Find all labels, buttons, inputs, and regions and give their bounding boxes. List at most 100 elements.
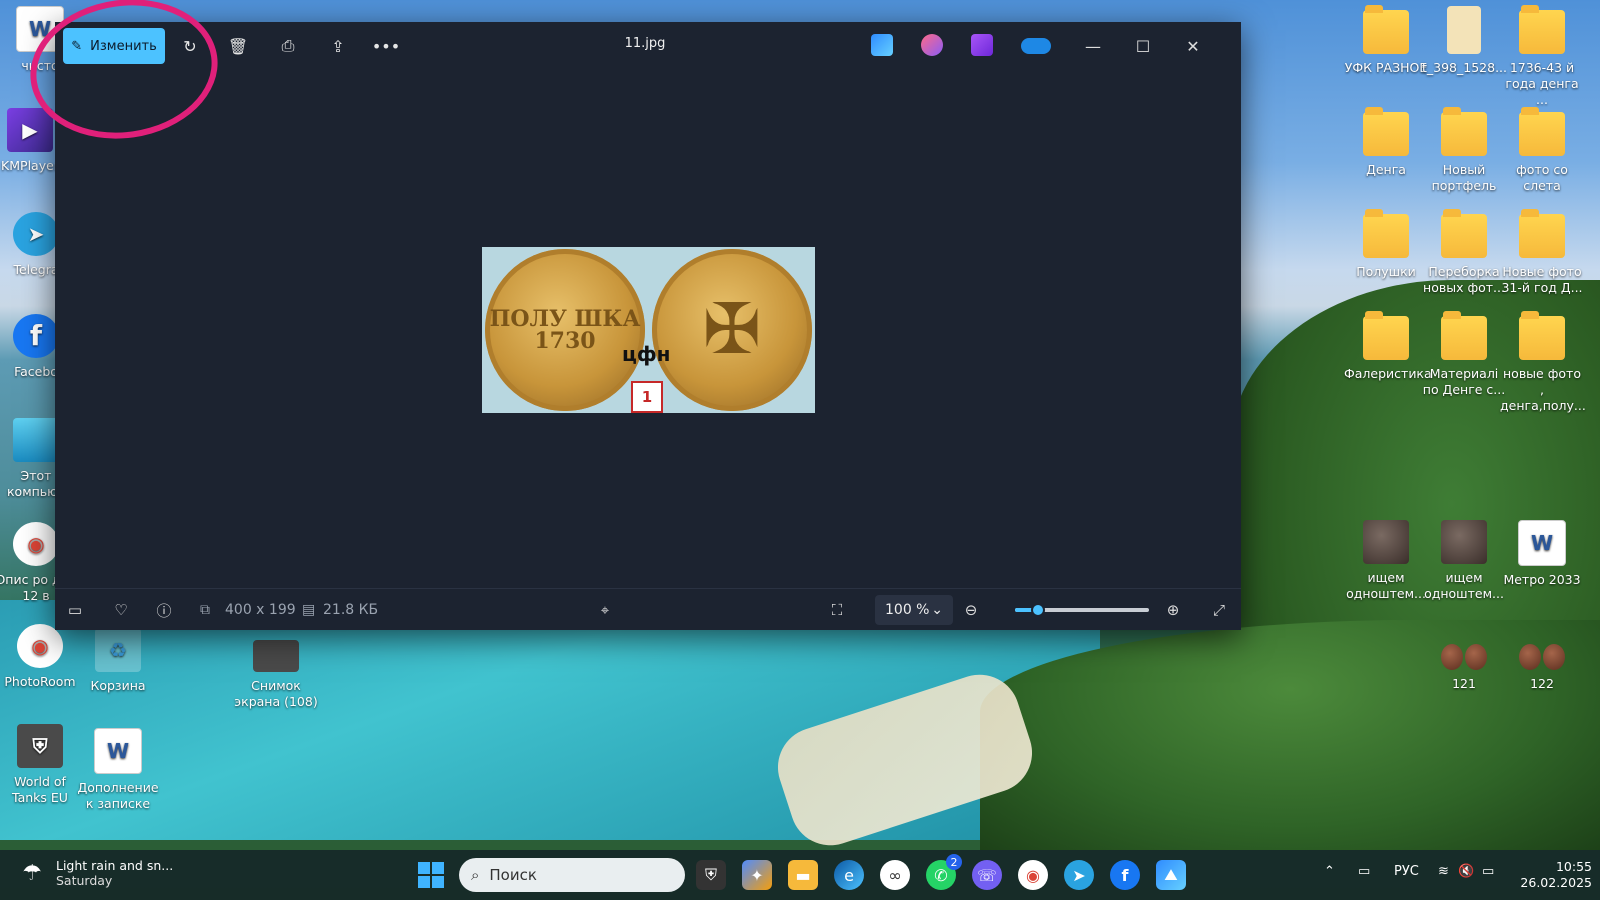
taskbar-link-app[interactable]: ∞ [880, 860, 910, 890]
show-hidden-icons-button[interactable]: ⌃ [1324, 864, 1335, 879]
facebook-icon: f [1121, 865, 1129, 885]
weather-widget[interactable]: ☂ Light rain and sn... Saturday [18, 858, 173, 888]
maximize-button[interactable]: ☐ [1121, 30, 1165, 62]
desktop-icon-122[interactable]: 122 [1500, 644, 1584, 692]
folder-icon [1519, 5, 1565, 54]
taskbar-file-explorer[interactable]: ▬ [788, 860, 818, 890]
designer-app-icon[interactable] [921, 34, 943, 56]
fit-to-window-button[interactable]: ⛶ [823, 597, 851, 623]
taskbar-facebook[interactable]: f [1110, 860, 1140, 890]
minimize-icon: — [1085, 36, 1101, 56]
desktop-icon-denga[interactable]: Денга [1344, 107, 1428, 178]
volume-muted-icon[interactable]: 🔇 [1458, 864, 1474, 879]
taskbar-copilot[interactable]: ✦ [742, 860, 772, 890]
notification-badge: 2 [946, 854, 962, 870]
link-icon: ∞ [888, 865, 902, 885]
desktop-icon-label: Денга [1366, 162, 1406, 177]
print-button[interactable]: ⎙ [271, 30, 305, 62]
zoom-dropdown[interactable]: 100 % ⌄ [875, 595, 953, 625]
desktop-icon-novyi-portfel[interactable]: Новый портфель [1422, 107, 1506, 194]
taskbar-whatsapp[interactable]: ✆ 2 [926, 854, 962, 890]
desktop-icon-label: ищем одноштем... [1346, 570, 1426, 601]
desktop-icon-ishchem-1[interactable]: ищем одноштем... [1344, 520, 1428, 602]
zoom-value: 100 % [885, 602, 930, 618]
taskbar-photos[interactable]: ⛰ [1156, 860, 1186, 890]
image-overlay-text: цфн [622, 342, 671, 366]
telegram-icon: ➤ [13, 212, 59, 256]
start-button[interactable] [418, 862, 444, 888]
desktop-icon-faleristika[interactable]: Фалеристика [1344, 311, 1432, 382]
desktop-icon-world-of-tanks[interactable]: ⛨ World of Tanks EU [0, 724, 82, 806]
fullscreen-button[interactable]: ⤢ [1205, 597, 1233, 623]
desktop-icon-novye-foto-denga[interactable]: новые фото , денга,полу... [1500, 311, 1586, 414]
tablet-mode-icon[interactable]: ▭ [1358, 864, 1370, 879]
desktop-icon-label: Дополнение к записке [77, 780, 159, 811]
taskbar-world-of-tanks[interactable]: ⛨ [696, 860, 726, 890]
battery-icon[interactable]: ▭ [1482, 864, 1494, 879]
desktop-icon-label: новые фото , денга,полу... [1500, 366, 1586, 413]
favorite-button[interactable]: ♡ [107, 597, 135, 623]
folder-icon: ▬ [795, 865, 811, 885]
desktop-icon-label: Новый портфель [1431, 162, 1497, 193]
desktop-icon-ishchem-2[interactable]: ищем одноштем... [1422, 520, 1506, 602]
minimize-button[interactable]: — [1071, 30, 1115, 62]
desktop-icon-pereborka[interactable]: Переборка новых фот... [1422, 209, 1506, 296]
whatsapp-icon: ✆ [934, 865, 948, 885]
taskbar-search[interactable]: ⌕ Поиск [459, 858, 685, 892]
copilot-icon: ✦ [750, 865, 764, 885]
zoom-slider[interactable] [1015, 603, 1149, 617]
desktop-icon-polushki[interactable]: Полушки [1344, 209, 1428, 280]
file-info-button[interactable]: ⓘ [150, 597, 178, 623]
desktop-icon-label: Метро 2033 [1503, 572, 1581, 587]
share-button[interactable]: ⇪ [321, 30, 355, 62]
desktop-icon-dopolnenie[interactable]: W Дополнение к записке [76, 728, 160, 812]
lens-icon: ⌖ [600, 601, 610, 619]
weather-condition: Light rain and sn... [56, 858, 174, 873]
zoom-slider-thumb[interactable] [1030, 603, 1045, 617]
desktop-icon-metro-2033[interactable]: W Метро 2033 [1500, 520, 1584, 588]
desktop-icon-label: Фалеристика [1344, 366, 1432, 381]
filmstrip-button[interactable]: ▭ [61, 597, 89, 623]
delete-button[interactable]: 🗑 [221, 30, 255, 62]
taskbar-telegram[interactable]: ➤ [1064, 860, 1094, 890]
expand-icon: ⤢ [1212, 601, 1225, 619]
desktop-icon-novye-foto-31[interactable]: Новые фото 31-й год Д... [1500, 209, 1584, 296]
visual-search-button[interactable]: ⌖ [591, 597, 619, 623]
onedrive-icon[interactable] [1021, 38, 1051, 54]
desktop-icon-ufk-raznoe[interactable]: УФК РАЗНОЕ [1344, 5, 1428, 76]
fit-icon: ⛶ [831, 601, 843, 619]
desktop-icon-recycle-bin[interactable]: ♻ Корзина [76, 628, 160, 694]
recycle-bin-icon: ♻ [95, 628, 141, 672]
desktop-icon-screenshot[interactable]: Снимок экрана (108) [234, 640, 318, 710]
chrome-shortcut-icon: ◉ [13, 522, 59, 566]
desktop-icon-photoroom[interactable]: ◉ PhotoRoom [0, 624, 82, 690]
desktop-icon-label: t_398_1528... [1422, 60, 1507, 75]
taskbar-chrome[interactable]: ◉ [1018, 860, 1048, 890]
desktop-icon-t398[interactable]: t_398_1528... [1422, 6, 1507, 76]
filmstrip-icon: ▭ [67, 601, 83, 619]
viewer-statusbar: ▭ ♡ ⓘ ⧉ 400 x 199 ▤ 21.8 КБ ⌖ ⛶ 100 % ⌄ … [55, 588, 1241, 631]
desktop-icon-materiali[interactable]: Материалі по Денге с... [1422, 311, 1506, 398]
ellipsis-icon: ••• [371, 36, 401, 56]
taskbar-edge[interactable]: e [834, 860, 864, 890]
zoom-in-button[interactable]: ⊕ [1159, 597, 1187, 623]
desktop-icon-label: 121 [1452, 676, 1476, 691]
taskbar-viber[interactable]: ☏ [972, 860, 1002, 890]
more-options-button[interactable]: ••• [369, 30, 403, 62]
coin-reverse: ✠ [652, 249, 812, 411]
desktop-icon-label: Переборка новых фот... [1423, 264, 1505, 295]
screenshot-file-icon [253, 640, 299, 672]
trash-icon: 🗑 [227, 36, 249, 56]
desktop-icon-121[interactable]: 121 [1422, 644, 1506, 692]
input-language[interactable]: РУС [1394, 864, 1419, 879]
desktop-icon-1736-43[interactable]: 1736-43 й года денга ... [1500, 5, 1584, 108]
wifi-icon[interactable]: ≋ [1438, 864, 1449, 879]
desktop-icon-foto-so-sleta[interactable]: фото со слета [1500, 107, 1584, 194]
zoom-out-button[interactable]: ⊖ [957, 597, 985, 623]
double-headed-eagle-icon: ✠ [702, 288, 762, 370]
photos-app-icon[interactable] [871, 34, 893, 56]
clipchamp-app-icon[interactable] [971, 34, 993, 56]
desktop-icon-label: PhotoRoom [4, 674, 76, 689]
close-button[interactable]: ✕ [1171, 30, 1215, 62]
system-clock[interactable]: 10:55 26.02.2025 [1506, 859, 1592, 891]
